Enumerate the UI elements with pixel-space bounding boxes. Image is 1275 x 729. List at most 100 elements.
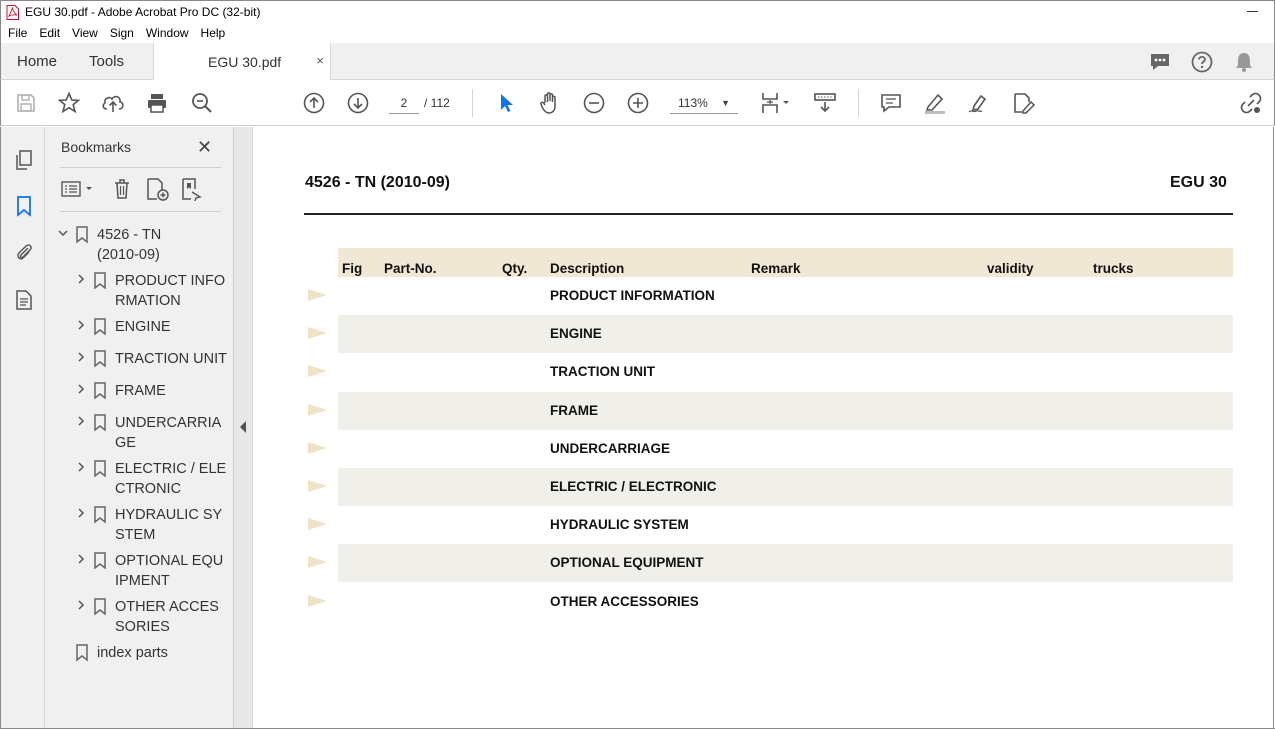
chevron-right-icon[interactable] [75,381,93,403]
bookmark-item-index-parts[interactable]: index parts [75,643,168,665]
bookmark-label: HYDRAULIC SYSTEM [115,507,223,543]
zoom-in-icon[interactable] [626,91,650,115]
row-link-arrow-icon[interactable] [308,442,327,454]
save-icon[interactable] [14,91,38,115]
row-link-arrow-icon[interactable] [308,518,327,530]
column-header-fig: Fig [342,261,363,276]
upload-cloud-icon[interactable] [101,91,125,115]
tab-home[interactable]: Home [17,53,57,70]
row-link-arrow-icon[interactable] [308,365,327,377]
delete-bookmark-icon[interactable] [112,177,132,201]
menu-edit[interactable]: Edit [39,26,60,40]
divider [60,211,221,212]
select-cursor-icon[interactable] [494,91,518,115]
zoom-level-select[interactable]: 113% ▼ [670,92,738,114]
bookmark-item[interactable]: OPTIONAL EQUIPMENT [75,551,227,591]
bookmark-item[interactable]: PRODUCT INFORMATION [75,271,227,311]
tab-tools[interactable]: Tools [89,53,124,70]
page-down-icon[interactable] [346,91,370,115]
row-description: OTHER ACCESSORIES [550,594,699,609]
minimize-icon [1246,11,1258,12]
bookmark-icon [75,225,97,265]
hand-tool-icon[interactable] [538,91,562,115]
scroll-mode-icon[interactable] [813,91,837,115]
chevron-down-icon[interactable] [57,225,75,265]
highlight-pen-icon[interactable] [923,91,947,115]
notification-bell-icon[interactable] [1232,50,1256,74]
minimize-button[interactable] [1230,1,1274,23]
add-comment-icon[interactable] [879,91,903,115]
bookmark-icon [93,349,115,371]
star-icon[interactable] [57,91,81,115]
chevron-right-icon[interactable] [75,459,93,499]
bookmark-icon [93,413,115,453]
bookmark-item[interactable]: OTHER ACCESSORIES [75,597,227,637]
bookmarks-panel-icon[interactable] [12,193,36,219]
main-toolbar: 2 / 112 113% ▼ [0,80,1275,126]
help-icon[interactable] [1190,50,1214,74]
bookmark-icon [93,381,115,403]
menu-help[interactable]: Help [201,26,226,40]
bookmark-icon [93,317,115,339]
close-tab-button[interactable]: × [316,53,324,68]
new-bookmark-icon[interactable] [146,177,170,201]
row-link-arrow-icon[interactable] [308,595,327,607]
row-description: UNDERCARRIAGE [550,441,671,456]
row-description: TRACTION UNIT [550,364,655,379]
bookmark-item[interactable]: HYDRAULIC SYSTEM [75,505,227,545]
menu-file[interactable]: File [8,26,27,40]
share-link-icon[interactable] [1239,91,1263,115]
bookmark-item[interactable]: FRAME [75,381,227,403]
row-link-arrow-icon[interactable] [308,480,327,492]
page-fit-icon[interactable] [758,91,794,115]
bookmark-label: ENGINE [115,319,171,335]
page-number-input[interactable]: 2 [389,92,419,114]
draw-sign-icon[interactable] [967,91,991,115]
collapse-panel-arrow-icon[interactable] [240,421,246,433]
row-link-arrow-icon[interactable] [308,556,327,568]
bookmark-search-icon[interactable] [181,177,205,201]
bookmark-icon [93,551,115,591]
comment-bubble-icon[interactable] [1148,50,1172,74]
tab-document[interactable]: EGU 30.pdf × [153,43,331,80]
attachments-paperclip-icon[interactable] [12,239,36,265]
row-link-arrow-icon[interactable] [308,327,327,339]
chevron-right-icon[interactable] [75,551,93,591]
menu-view[interactable]: View [72,26,98,40]
close-panel-icon[interactable]: ✕ [197,137,212,158]
print-icon[interactable] [145,91,169,115]
document-properties-icon[interactable] [12,287,36,313]
chevron-right-icon[interactable] [75,505,93,545]
chevron-right-icon[interactable] [75,413,93,453]
bookmark-options-icon[interactable] [61,177,95,201]
chevron-right-icon[interactable] [75,597,93,637]
bookmark-item[interactable]: ENGINE [75,317,227,339]
bookmark-item[interactable]: ELECTRIC / ELECTRONIC [75,459,227,499]
page-thumbnails-icon[interactable] [12,147,36,173]
panel-splitter[interactable] [234,127,253,729]
menu-sign[interactable]: Sign [110,26,134,40]
bookmark-item[interactable]: UNDERCARRIAGE [75,413,227,453]
zoom-search-icon[interactable] [190,91,214,115]
bookmark-item[interactable]: TRACTION UNIT [75,349,227,371]
chevron-right-icon[interactable] [75,271,93,311]
table-row: FRAME [338,392,1233,430]
tab-bar: Home Tools EGU 30.pdf × [0,43,1275,80]
chevron-right-icon[interactable] [75,349,93,371]
table-header: Fig Part-No. Qty. Description Remark val… [338,248,1233,277]
page-up-icon[interactable] [302,91,326,115]
toolbar-divider [858,89,859,117]
zoom-out-icon[interactable] [582,91,606,115]
row-description: PRODUCT INFORMATION [550,288,715,303]
edit-pdf-icon[interactable] [1011,91,1035,115]
window-controls [1230,1,1274,23]
document-header-left: 4526 - TN (2010-09) [305,174,450,191]
column-header-part-no: Part-No. [384,261,437,276]
menu-window[interactable]: Window [146,26,189,40]
bookmark-root[interactable]: 4526 - TN (2010-09) [57,225,227,265]
row-link-arrow-icon[interactable] [308,289,327,301]
chevron-right-icon[interactable] [75,317,93,339]
document-view[interactable]: 4526 - TN (2010-09) EGU 30 Fig Part-No. … [253,127,1274,728]
bookmark-icon [93,459,115,499]
row-link-arrow-icon[interactable] [308,404,327,416]
